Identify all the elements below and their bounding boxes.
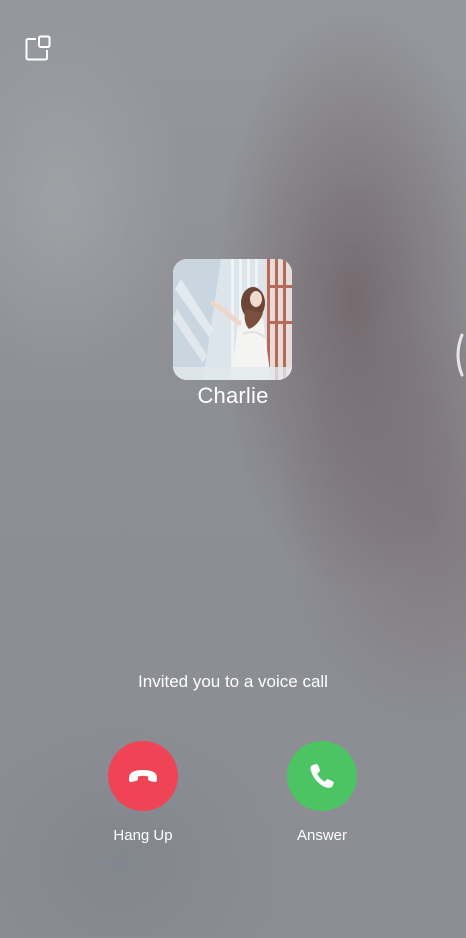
- blurred-background: [0, 0, 466, 938]
- hang-up-label: Hang Up: [113, 827, 173, 844]
- answer-label: Answer: [296, 827, 348, 844]
- phone-icon: [310, 763, 334, 788]
- caller-avatar: [173, 259, 292, 380]
- edge-handle[interactable]: [452, 333, 464, 377]
- answer-button[interactable]: [287, 741, 357, 811]
- hang-up-button[interactable]: [108, 741, 178, 811]
- floating-window-button[interactable]: [24, 34, 52, 62]
- phone-hangup-icon: [129, 770, 157, 782]
- caller-name: Charlie: [197, 383, 269, 408]
- answer-action: Answer: [262, 741, 382, 844]
- edge-arc-icon: [456, 333, 464, 377]
- floating-window-icon: [25, 35, 51, 61]
- hang-up-action: Hang Up: [83, 741, 203, 844]
- call-status-text: Invited you to a voice call: [138, 672, 328, 691]
